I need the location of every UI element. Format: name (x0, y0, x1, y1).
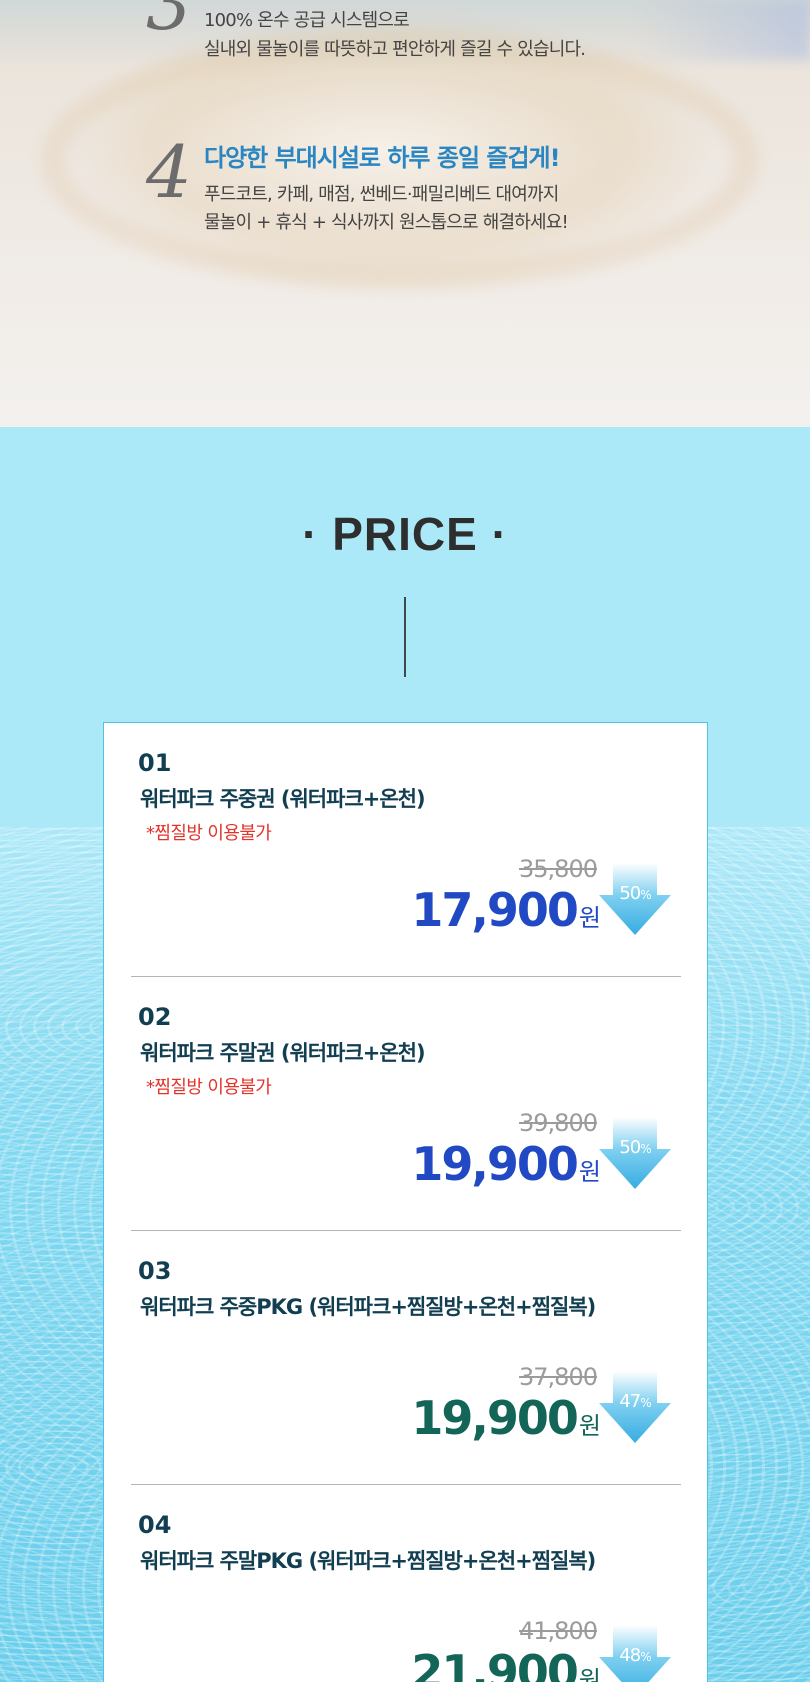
feature-description-line: 물놀이 + 휴식 + 식사까지 원스톱으로 해결하세요! (204, 212, 569, 233)
discount-rate: 50% (619, 1137, 651, 1158)
price-unit: 원 (578, 1412, 601, 1440)
price-unit: 원 (578, 1158, 601, 1186)
feature-number: 4 (146, 130, 192, 214)
item-title: 워터파크 주중PKG (워터파크+찜질방+온천+찜질복) (140, 1295, 596, 1319)
item-title: 워터파크 주중권 (워터파크+온천) (140, 787, 426, 811)
price-item: 01 워터파크 주중권 (워터파크+온천) *찜질방 이용불가 35,800 1… (104, 723, 709, 977)
item-number: 04 (138, 1511, 172, 1539)
price-divider (404, 597, 406, 677)
price-unit: 원 (578, 1666, 601, 1682)
sale-price-group: 19,900원 (411, 1137, 601, 1191)
original-price: 35,800 (519, 855, 598, 883)
sale-price-group: 21,900원 (411, 1645, 601, 1682)
item-number: 02 (138, 1003, 172, 1031)
original-price: 37,800 (519, 1363, 598, 1391)
item-title: 워터파크 주말PKG (워터파크+찜질방+온천+찜질복) (140, 1549, 596, 1573)
original-price: 41,800 (519, 1617, 598, 1645)
price-section: · PRICE · 01 워터파크 주중권 (워터파크+온천) *찜질방 이용불… (0, 427, 810, 1682)
item-number: 01 (138, 749, 172, 777)
price-heading: · PRICE · (302, 508, 508, 560)
feature-title: 다양한 부대시설로 하루 종일 즐겁게! (204, 144, 561, 172)
discount-rate: 47% (619, 1391, 651, 1412)
sale-price-group: 17,900원 (411, 883, 601, 937)
price-card: 01 워터파크 주중권 (워터파크+온천) *찜질방 이용불가 35,800 1… (103, 722, 708, 1682)
feature-description-line: 실내외 물놀이를 따뜻하고 편안하게 즐길 수 있습니다. (204, 39, 586, 60)
sale-price: 17,900 (411, 883, 579, 937)
price-item: 04 워터파크 주말PKG (워터파크+찜질방+온천+찜질복) 41,800 2… (104, 1485, 709, 1682)
discount-badge: 50% (599, 863, 671, 935)
sale-price-group: 19,900원 (411, 1391, 601, 1445)
sale-price: 21,900 (411, 1645, 579, 1682)
feature-description-line: 100% 온수 공급 시스템으로 (204, 10, 410, 31)
item-note: *찜질방 이용불가 (146, 823, 272, 844)
discount-badge: 48% (599, 1625, 671, 1682)
original-price: 39,800 (519, 1109, 598, 1137)
discount-rate: 50% (619, 883, 651, 904)
discount-rate: 48% (619, 1645, 651, 1666)
sale-price: 19,900 (411, 1391, 579, 1445)
price-unit: 원 (578, 904, 601, 932)
discount-badge: 50% (599, 1117, 671, 1189)
feature-number: 3 (146, 0, 192, 46)
item-title: 워터파크 주말권 (워터파크+온천) (140, 1041, 426, 1065)
price-item: 02 워터파크 주말권 (워터파크+온천) *찜질방 이용불가 39,800 1… (104, 977, 709, 1231)
feature-description-line: 푸드코트, 카페, 매점, 썬베드·패밀리베드 대여까지 (204, 184, 559, 205)
discount-badge: 47% (599, 1371, 671, 1443)
features-section: 3 100% 온수 공급 시스템으로 실내외 물놀이를 따뜻하고 편안하게 즐길… (0, 0, 810, 427)
price-item: 03 워터파크 주중PKG (워터파크+찜질방+온천+찜질복) 37,800 1… (104, 1231, 709, 1485)
item-number: 03 (138, 1257, 172, 1285)
sale-price: 19,900 (411, 1137, 579, 1191)
background-glint (640, 0, 810, 60)
item-note: *찜질방 이용불가 (146, 1077, 272, 1098)
